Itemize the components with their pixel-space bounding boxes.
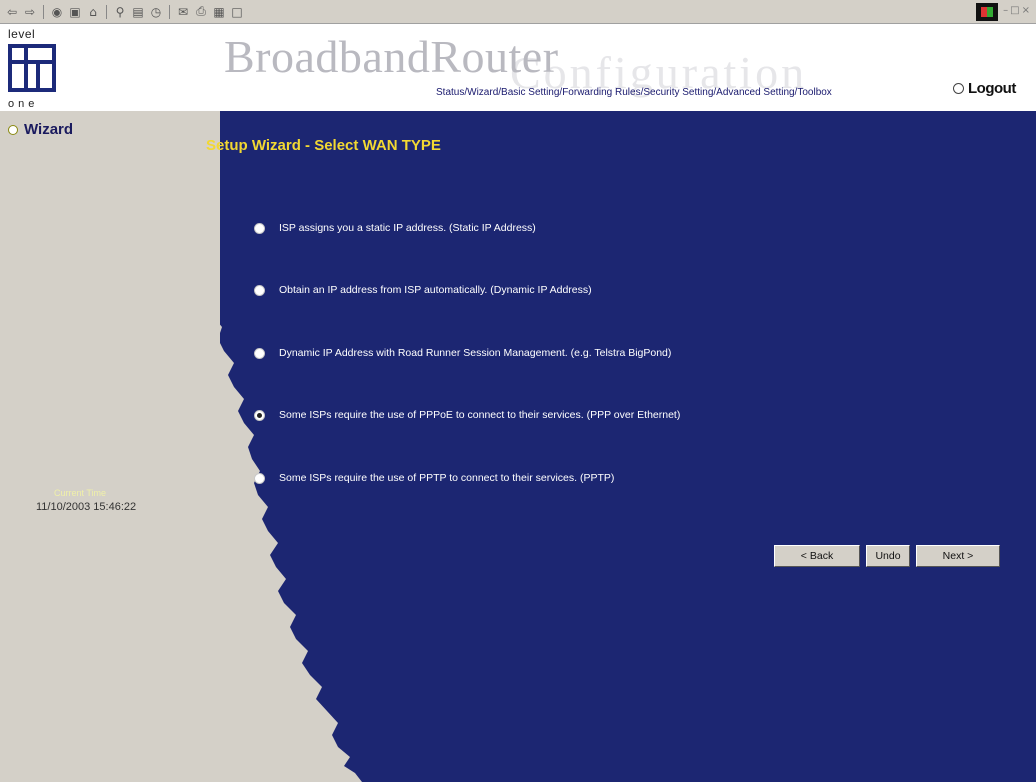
nav-status[interactable]: Status/	[436, 87, 467, 98]
windows-logo-icon	[976, 3, 998, 21]
option-label: Dynamic IP Address with Road Runner Sess…	[279, 347, 672, 359]
search-icon[interactable]: ⚲	[112, 4, 128, 20]
home-icon[interactable]: ⌂	[85, 4, 101, 20]
refresh-icon[interactable]: ▣	[67, 4, 83, 20]
window-controls[interactable]: –□×	[1003, 5, 1032, 16]
logout-bullet-icon	[953, 83, 964, 94]
levelone-logo: level one	[8, 27, 72, 110]
radio-button[interactable]	[254, 409, 265, 421]
mail-icon[interactable]: ✉	[175, 4, 191, 20]
undo-button[interactable]: Undo	[866, 545, 910, 567]
option-label: Obtain an IP address from ISP automatica…	[279, 284, 592, 296]
logo-mark-icon	[8, 44, 56, 92]
toolbar-separator	[43, 4, 44, 19]
stop-icon[interactable]: ◉	[49, 4, 65, 20]
nav-advanced-setting[interactable]: Advanced Setting/	[716, 87, 797, 98]
option-label: Some ISPs require the use of PPTP to con…	[279, 472, 615, 484]
nav-toolbox[interactable]: Toolbox	[797, 87, 831, 98]
wizard-content: Setup Wizard - Select WAN TYPE ISP assig…	[0, 111, 1036, 782]
nav-basic-setting[interactable]: Basic Setting/	[501, 87, 562, 98]
radio-button[interactable]	[254, 472, 265, 484]
browser-toolbar: ⇦ ⇨ ◉ ▣ ⌂ ⚲ ▤ ◷ ✉ ⎙ ▦ □ –□×	[0, 0, 1036, 24]
back-button[interactable]: < Back	[774, 545, 860, 567]
option-label: ISP assigns you a static IP address. (St…	[279, 222, 536, 234]
print-icon[interactable]: ⎙	[193, 4, 209, 20]
logout-link[interactable]: Logout	[953, 80, 1016, 97]
top-navigation: Status/ Wizard/ Basic Setting/ Forwardin…	[436, 84, 832, 100]
radio-button[interactable]	[254, 222, 265, 234]
toolbar-separator	[106, 4, 107, 19]
nav-wizard[interactable]: Wizard/	[467, 87, 501, 98]
option-label: Some ISPs require the use of PPPoE to co…	[279, 409, 681, 421]
brand-title: BroadbandRouter	[224, 31, 559, 82]
wan-option-pppoe[interactable]: Some ISPs require the use of PPPoE to co…	[254, 409, 680, 421]
logo-top-text: level	[8, 27, 36, 41]
next-button[interactable]: Next >	[916, 545, 1000, 567]
router-header: level one Configuration BroadbandRouter …	[0, 24, 1036, 111]
logo-bottom-text: one	[8, 98, 39, 110]
favorites-icon[interactable]: ▤	[130, 4, 146, 20]
page-title: Setup Wizard - Select WAN TYPE	[206, 137, 441, 154]
nav-security-setting[interactable]: Security Setting/	[643, 87, 716, 98]
logout-label[interactable]: Logout	[968, 80, 1016, 97]
wan-option-dynamic-ip[interactable]: Obtain an IP address from ISP automatica…	[254, 284, 592, 296]
wan-option-static-ip[interactable]: ISP assigns you a static IP address. (St…	[254, 222, 536, 234]
history-icon[interactable]: ◷	[148, 4, 164, 20]
forward-icon[interactable]: ⇨	[22, 4, 38, 20]
back-icon[interactable]: ⇦	[4, 4, 20, 20]
radio-button[interactable]	[254, 284, 265, 296]
discuss-icon[interactable]: □	[229, 4, 245, 20]
wan-option-road-runner[interactable]: Dynamic IP Address with Road Runner Sess…	[254, 347, 671, 359]
toolbar-separator	[169, 4, 170, 19]
nav-forwarding-rules[interactable]: Forwarding Rules/	[562, 87, 643, 98]
wan-option-pptp[interactable]: Some ISPs require the use of PPTP to con…	[254, 472, 614, 484]
edit-icon[interactable]: ▦	[211, 4, 227, 20]
radio-button[interactable]	[254, 347, 265, 359]
